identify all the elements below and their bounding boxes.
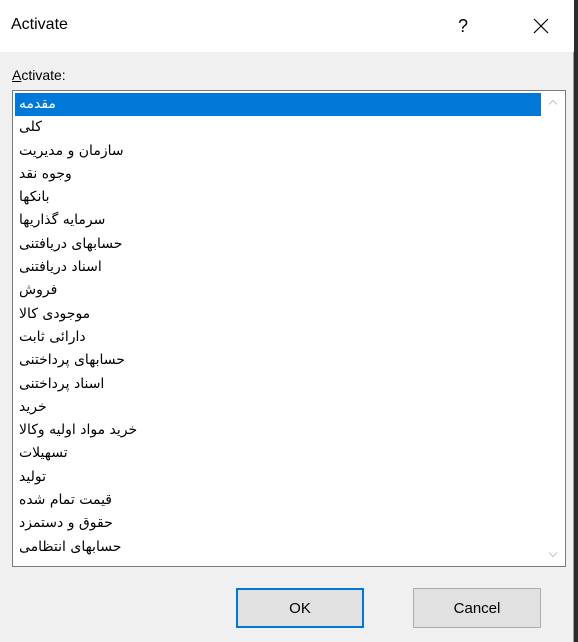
list-item[interactable]: بانکها: [15, 186, 541, 209]
list-label: Activate:: [12, 67, 66, 83]
list-item[interactable]: وجوه نقد: [15, 163, 541, 186]
activate-listbox[interactable]: مقدمه کلی سازمان و مدیریت وجوه نقد بانکها سر…: [12, 90, 566, 567]
list-item[interactable]: مقدمه: [15, 93, 541, 117]
ok-button[interactable]: OK: [236, 588, 364, 628]
window-title: Activate: [11, 16, 68, 33]
list-item[interactable]: خرید: [15, 396, 541, 419]
list-item[interactable]: دارائی ثابت: [15, 326, 541, 349]
list-item[interactable]: قیمت تمام شده: [15, 489, 541, 512]
chevron-up-icon: [548, 99, 558, 105]
list-item[interactable]: حسابهای دریافتنی: [15, 233, 541, 256]
list-item[interactable]: تولید: [15, 466, 541, 489]
vertical-scrollbar[interactable]: [541, 91, 565, 566]
title-bar: Activate ?: [0, 0, 574, 52]
list-item[interactable]: حسابهای پرداختنی: [15, 349, 541, 372]
list-item[interactable]: اسناد پرداختنی: [15, 373, 541, 396]
cancel-button[interactable]: Cancel: [413, 588, 541, 628]
list-item[interactable]: حسابهای انتظامی: [15, 536, 541, 559]
activate-dialog: Activate ? Activate: مقدمه کلی سازمان و م…: [0, 0, 574, 642]
scroll-up-button[interactable]: [541, 91, 565, 113]
chevron-down-icon: [548, 552, 558, 558]
list-label-text: ctivate:: [21, 67, 66, 83]
help-button[interactable]: ?: [440, 8, 486, 44]
list-item[interactable]: کلی: [15, 116, 541, 139]
list-item[interactable]: تسهیلات: [15, 442, 541, 465]
list-item[interactable]: موجودی کالا: [15, 303, 541, 326]
list-item[interactable]: سازمان و مدیریت: [15, 140, 541, 163]
close-icon: [533, 18, 549, 34]
listbox-items: مقدمه کلی سازمان و مدیریت وجوه نقد بانکها سر…: [15, 93, 541, 564]
list-item[interactable]: خرید مواد اولیه وکالا: [15, 419, 541, 442]
list-item[interactable]: اسناد دریافتنی: [15, 256, 541, 279]
list-label-accesskey: A: [12, 67, 22, 83]
list-item[interactable]: فروش: [15, 279, 541, 302]
help-icon: ?: [457, 15, 468, 36]
close-button[interactable]: [514, 8, 568, 44]
list-item[interactable]: سرمایه گذاریها: [15, 209, 541, 232]
scroll-down-button[interactable]: [541, 544, 565, 566]
list-item[interactable]: حقوق و دستمزد: [15, 512, 541, 535]
